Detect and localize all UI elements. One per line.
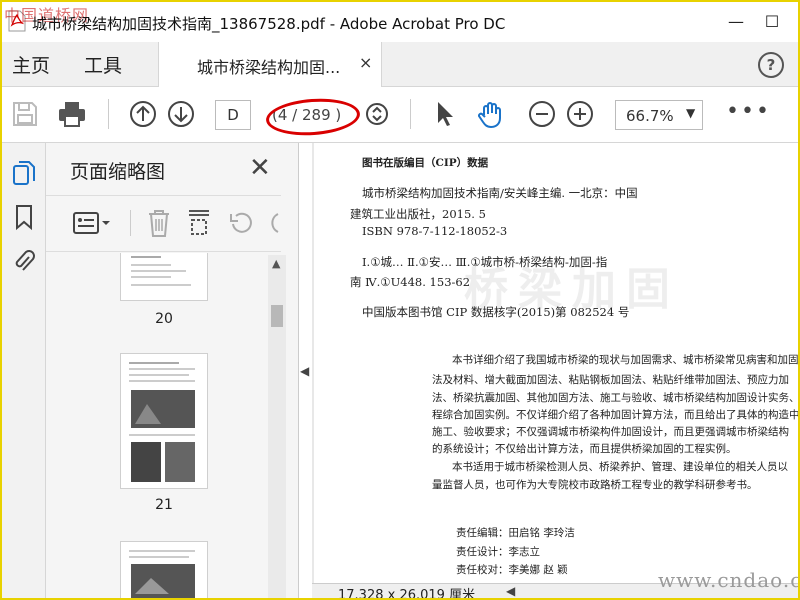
doc-line: 法及材料、增大截面加固法、粘贴钢板加固法、粘贴纤维带加固法、预应力加 (432, 374, 789, 386)
doc-line: 程综合加固实例。不仅详细介绍了各种加固计算方法，而且给出了具体的构造中 (432, 409, 800, 421)
thumbnail-content (129, 550, 195, 598)
thumbnail-content (131, 256, 191, 286)
thumbnails-panel: 页面缩略图 ✕ 20 21 ▲ (46, 143, 299, 598)
thumbnail-scrollbar[interactable]: ▲ (268, 255, 286, 598)
thumbnail-content (129, 362, 195, 482)
doc-line: 建筑工业出版社，2015. 5 (350, 207, 486, 221)
options-menu-icon[interactable] (72, 210, 112, 236)
rotate-right-icon[interactable] (266, 210, 280, 236)
menu-tools[interactable]: 工具 (84, 51, 122, 78)
thumbnail-label: 20 (155, 311, 173, 327)
scroll-up-icon[interactable]: ▲ (272, 257, 280, 270)
collapse-panel-icon[interactable]: ◀ (300, 364, 309, 378)
zoom-in-icon[interactable] (565, 99, 595, 129)
page-number-input[interactable]: D (215, 100, 251, 130)
chevron-down-icon: ▼ (686, 106, 696, 120)
hand-tool-icon[interactable] (476, 99, 506, 129)
doc-line: 责任编辑：田启铭 李玲洁 (456, 527, 575, 539)
thumbnail-page[interactable] (120, 353, 208, 489)
menu-home[interactable]: 主页 (12, 51, 50, 78)
doc-line: 法、桥梁抗震加固、其他加固方法、施工与验收、城市桥梁结构加固设计实务、 (432, 392, 800, 404)
thumbnail-page[interactable] (120, 253, 208, 301)
watermark-bottom-right: www.cndao.com (658, 568, 798, 592)
toolbar-divider (108, 99, 109, 129)
next-page-icon[interactable] (166, 99, 196, 129)
tab-close-icon[interactable]: × (359, 53, 372, 72)
doc-line: 责任设计：李志立 (456, 546, 540, 558)
previous-page-icon[interactable] (128, 99, 158, 129)
page-size-readout: 17.328 x 26.019 厘米 (338, 588, 476, 600)
zoom-value: 66.7% (626, 107, 674, 125)
extract-page-icon[interactable] (186, 208, 212, 238)
maximize-button[interactable]: ☐ (760, 10, 784, 34)
title-bar: 中国道桥网 城市桥梁结构加固技术指南_13867528.pdf - Adobe … (2, 2, 798, 42)
doc-line: 南 Ⅳ.①U448. 153-62 (350, 275, 471, 289)
doc-line: 施工、验收要求；不仅强调城市桥梁构件加固设计，而且更强调城市桥梁结构 (432, 426, 789, 438)
thumbnail-list: 20 21 (46, 253, 268, 598)
print-icon[interactable] (57, 99, 87, 129)
thumbnail-page[interactable] (120, 541, 208, 598)
doc-line: 图书在版编目（CIP）数据 (362, 157, 489, 169)
scroll-mode-icon[interactable] (362, 99, 392, 129)
doc-line: Ⅰ.①城… Ⅱ.①安… Ⅲ.①城市桥-桥梁结构-加固-指 (362, 255, 608, 269)
toolbar: D (4 / 289 ) 66.7% ▼ ••• (2, 87, 798, 143)
document-viewport[interactable]: 桥梁加固 图书在版编目（CIP）数据 城市桥梁结构加固技术指南/安关峰主编. 一… (312, 143, 798, 583)
delete-page-icon[interactable] (146, 208, 172, 238)
thumbnail-tools (46, 195, 281, 252)
document-tab[interactable]: 城市桥梁结构加固... × (158, 42, 382, 87)
rotate-left-icon[interactable] (228, 210, 254, 236)
toolbar-divider (410, 99, 411, 129)
left-rail (2, 143, 46, 598)
attachment-icon[interactable] (11, 247, 37, 275)
page-thumbnails-icon[interactable] (11, 159, 37, 187)
thumbnails-title: 页面缩略图 (70, 161, 166, 183)
help-icon[interactable]: ? (758, 52, 784, 78)
menu-tab-bar: 主页 工具 城市桥梁结构加固... × ? (2, 42, 798, 87)
doc-line: 责任校对：李美娜 赵 颖 (456, 564, 568, 576)
more-tools-icon[interactable]: ••• (726, 99, 771, 124)
scrollbar-thumb[interactable] (271, 305, 283, 327)
doc-line: 本书详细介绍了我国城市桥梁的现状与加固需求、城市桥梁常见病害和加固 (452, 354, 799, 366)
window-title: 城市桥梁结构加固技术指南_13867528.pdf - Adobe Acroba… (32, 15, 506, 33)
zoom-out-icon[interactable] (527, 99, 557, 129)
doc-line: ISBN 978-7-112-18052-3 (362, 224, 508, 238)
doc-line: 城市桥梁结构加固技术指南/安关峰主编. 一北京：中国 (362, 186, 638, 200)
bookmark-icon[interactable] (11, 203, 37, 231)
doc-line: 的系统设计；不仅给出计算方法，而且提供桥梁加固的工程实例。 (432, 443, 737, 455)
tool-divider (130, 210, 131, 236)
minimize-button[interactable]: — (724, 10, 748, 34)
scroll-left-icon[interactable]: ◀ (506, 584, 515, 598)
app-window: 中国道桥网 城市桥梁结构加固技术指南_13867528.pdf - Adobe … (0, 0, 800, 600)
document-page: 桥梁加固 图书在版编目（CIP）数据 城市桥梁结构加固技术指南/安关峰主编. 一… (314, 143, 800, 583)
save-icon[interactable] (10, 99, 40, 129)
doc-line: 本书适用于城市桥梁检测人员、桥梁养护、管理、建设单位的相关人员以 (452, 461, 788, 473)
document-tab-label: 城市桥梁结构加固... (197, 58, 341, 77)
red-highlight-ellipse (264, 95, 362, 139)
doc-line: 量监督人员，也可作为大专院校市政路桥工程专业的教学科研参考书。 (432, 479, 758, 491)
doc-line: 中国版本图书馆 CIP 数据核字(2015)第 082524 号 (362, 305, 630, 319)
panel-close-icon[interactable]: ✕ (249, 153, 271, 183)
zoom-select[interactable]: 66.7% ▼ (615, 100, 703, 130)
thumbnail-label: 21 (155, 497, 173, 513)
select-cursor-icon[interactable] (430, 99, 460, 129)
